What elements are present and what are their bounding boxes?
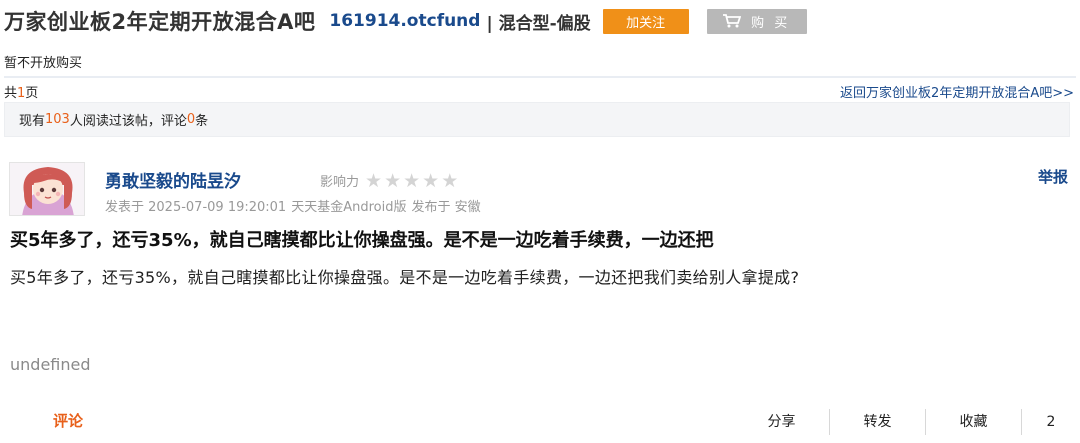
author-name[interactable]: 勇敢坚毅的陆昱汐: [105, 167, 241, 192]
post-location: 发布于 安徽: [411, 200, 481, 215]
buy-button-label: 购 买: [751, 15, 791, 31]
influence-label: 影响力: [320, 175, 360, 190]
divider: [4, 76, 1076, 78]
star-icon: ★: [441, 169, 459, 192]
follow-button[interactable]: 加关注: [602, 8, 689, 34]
header: 万家创业板2年定期开放混合A吧 161914.otcfund | 混合型-偏股 …: [4, 4, 807, 38]
star-icon: ★: [422, 169, 440, 192]
page-count-prefix: 共: [4, 86, 18, 101]
post-actions: 分享 转发 收藏 2: [734, 408, 1080, 436]
purchase-notice: 暂不开放购买: [4, 56, 83, 71]
share-button[interactable]: 分享: [734, 409, 830, 435]
star-icon: ★: [384, 169, 402, 192]
read-stats-suffix: 条: [195, 114, 209, 129]
comment-button[interactable]: 评论: [53, 410, 83, 431]
report-button[interactable]: 举报: [1038, 166, 1068, 187]
influence-stars: ★ ★ ★ ★ ★: [365, 169, 460, 192]
page-count: 共1页: [4, 82, 38, 101]
read-stats-middle: 人阅读过该帖，评论: [69, 114, 187, 129]
favorite-button[interactable]: 收藏: [926, 409, 1022, 435]
post-time: 发表于 2025-07-09 19:20:01: [105, 200, 287, 215]
star-icon: ★: [365, 169, 383, 192]
read-stats-box: 现有 103 人阅读过该帖，评论 0 条: [4, 102, 1070, 137]
avatar[interactable]: [9, 162, 85, 216]
post-extra-text: undefined: [10, 355, 91, 374]
influence-rating: 影响力 ★ ★ ★ ★ ★: [320, 171, 460, 190]
like-count[interactable]: 2: [1022, 409, 1080, 435]
read-stats-prefix: 现有: [19, 114, 46, 129]
forward-button[interactable]: 转发: [830, 409, 926, 435]
fund-type: | 混合型-偏股: [486, 13, 591, 34]
reader-count: 103: [45, 112, 70, 127]
post-title: 买5年多了，还亏35%，就自己瞎摸都比让你操盘强。是不是一边吃着手续费，一边还把: [10, 230, 714, 251]
page-count-suffix: 页: [25, 86, 39, 101]
avatar-image: [10, 163, 84, 215]
back-to-bar-link[interactable]: 返回万家创业板2年定期开放混合A吧>>: [840, 82, 1074, 101]
follow-button-label: 加关注: [626, 15, 666, 31]
post-body: 买5年多了，还亏35%，就自己瞎摸都比让你操盘强。是不是一边吃着手续费，一边还把…: [10, 268, 800, 287]
fund-code-link[interactable]: 161914.otcfund: [329, 11, 480, 31]
post-meta: 发表于 2025-07-09 19:20:01 天天基金Android版 发布于 安…: [105, 196, 486, 215]
comment-count: 0: [186, 112, 196, 127]
shopping-cart-icon: [723, 14, 742, 28]
post-source: 天天基金Android版: [291, 200, 407, 215]
bar-title[interactable]: 万家创业板2年定期开放混合A吧: [4, 6, 315, 36]
star-icon: ★: [403, 169, 421, 192]
buy-button[interactable]: 购 买: [706, 8, 807, 34]
